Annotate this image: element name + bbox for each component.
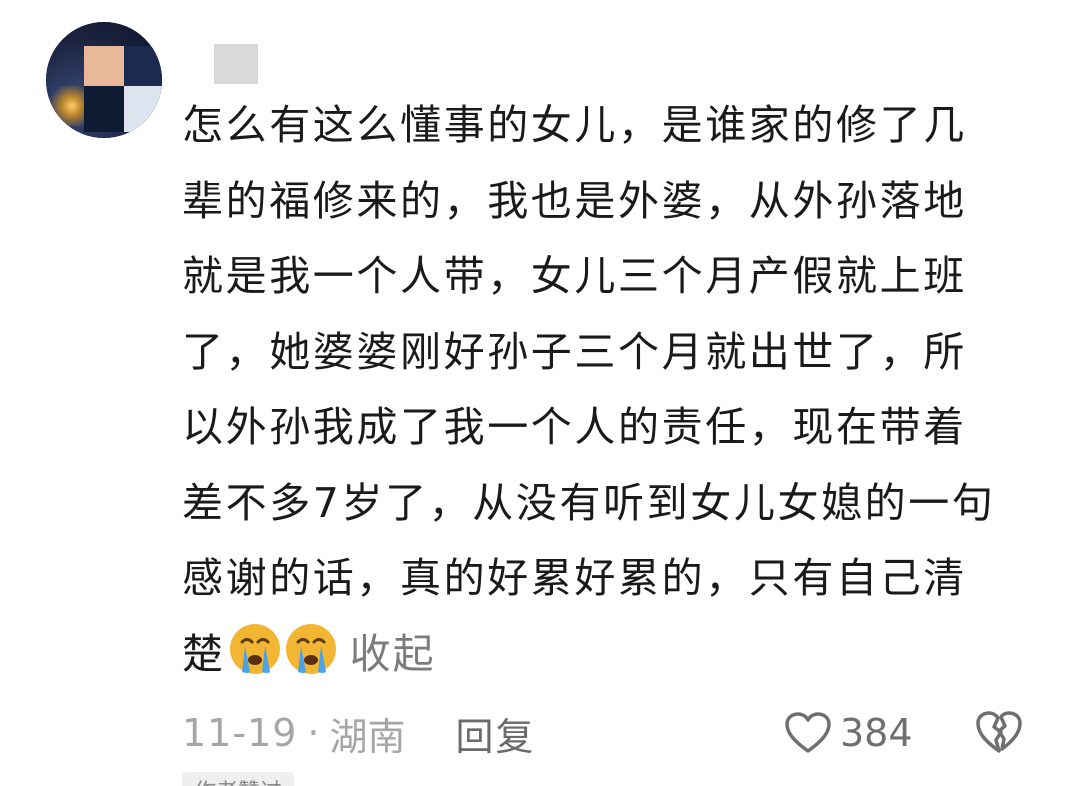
crying-emoji-icon [229, 623, 280, 674]
comment-line: 了，她婆婆刚好孙子三个月就出世了，所 [182, 327, 967, 376]
like-count: 384 [840, 711, 913, 755]
broken-heart-icon[interactable] [974, 707, 1024, 757]
comment-body: 怎么有这么懂事的女儿，是谁家的修了几 辈的福修来的，我也是外婆，从外孙落地 就是… [182, 88, 1042, 692]
crying-emoji-icon [285, 623, 336, 674]
username-mosaic [214, 44, 258, 84]
reply-button[interactable]: 回复 [456, 706, 536, 761]
heart-icon [785, 712, 831, 753]
comment-line-end: 楚 [182, 629, 226, 678]
comment-line: 就是我一个人带，女儿三个月产假就上班 [182, 252, 967, 300]
author-liked-tag: 作者赞过 [182, 772, 295, 786]
collapse-link[interactable]: 收起 [350, 630, 436, 678]
comment-meta: 11-19 · 湖南 回复 [182, 705, 1042, 761]
comment-line: 怎么有这么懂事的女儿，是谁家的修了几 [182, 101, 967, 149]
comment-line: 感谢的话，真的好累好累的，只有自己清 [182, 554, 967, 602]
avatar[interactable] [46, 22, 162, 138]
comment-location: 湖南 [329, 714, 406, 759]
comment-date: 11-19 [182, 711, 298, 755]
username[interactable] [214, 44, 270, 84]
comment-line: 辈的福修来的，我也是外婆，从外孙落地 [182, 176, 967, 225]
meta-separator: · [307, 711, 320, 755]
comment-screen: 怎么有这么懂事的女儿，是谁家的修了几 辈的福修来的，我也是外婆，从外孙落地 就是… [0, 0, 1080, 786]
like-button[interactable]: 384 [784, 705, 913, 761]
comment-line: 以外孙我成了我一个人的责任，现在带着 [182, 403, 967, 451]
comment-last-line: 楚 收起 [182, 617, 1042, 693]
comment-line: 差不多7岁了，从没有听到女儿女媳的一句 [182, 478, 996, 527]
